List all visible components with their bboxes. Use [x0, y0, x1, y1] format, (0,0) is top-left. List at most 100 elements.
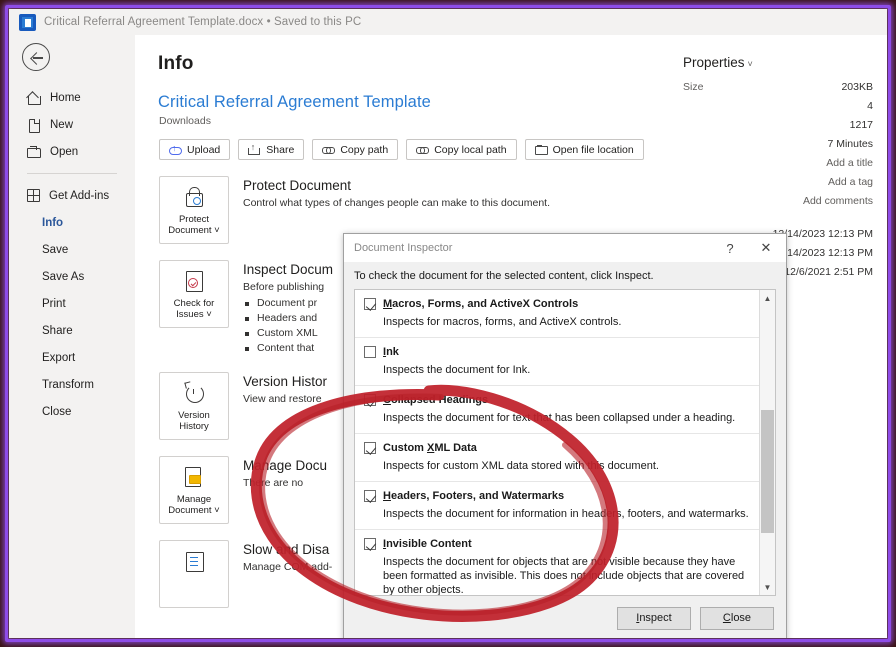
sidebar-item-label: Save: [42, 243, 69, 256]
sidebar-item-info[interactable]: Info: [9, 210, 135, 235]
section-heading: Version Histor: [243, 374, 328, 389]
list-item[interactable]: Headers, Footers, and Watermarks Inspect…: [355, 482, 759, 530]
sidebar-item-label: New: [50, 118, 74, 131]
sidebar-item-label: Home: [50, 91, 81, 104]
properties-label: Properties: [683, 55, 745, 70]
list-item[interactable]: Ink Inspects the document for Ink.: [355, 338, 759, 386]
label-rest: nk: [386, 346, 399, 358]
help-icon[interactable]: ?: [712, 235, 748, 261]
item-description: Inspects for macros, forms, and ActiveX …: [383, 316, 622, 328]
upload-cloud-icon: [169, 143, 182, 155]
list-item: Content that: [243, 341, 333, 356]
list-item[interactable]: Collapsed Headings Inspects the document…: [355, 386, 759, 434]
list-item: Headers and: [243, 311, 333, 326]
item-label: Custom XML Data: [383, 441, 477, 455]
list-item: Custom XML: [243, 326, 333, 341]
list-item[interactable]: Custom XML Data Inspects for custom XML …: [355, 434, 759, 482]
scroll-down-icon[interactable]: ▼: [760, 579, 775, 595]
dialog-title: Document Inspector: [354, 242, 453, 254]
slow-addins-icon: [181, 550, 207, 574]
accel-letter: H: [383, 490, 391, 502]
label-rest: ollapsed Headings: [390, 394, 489, 406]
dialog-title-bar: Document Inspector ? ✕: [344, 234, 786, 262]
sidebar-item-print[interactable]: Print: [9, 291, 135, 316]
sidebar-item-get-add-ins[interactable]: Get Add-ins: [9, 183, 135, 208]
link-icon: [322, 144, 336, 155]
item-label: Ink: [383, 345, 399, 359]
list-item[interactable]: Invisible Content Inspects the document …: [355, 530, 759, 595]
copy-path-button[interactable]: Copy path: [312, 139, 399, 160]
open-file-location-button[interactable]: Open file location: [524, 139, 644, 160]
open-folder-icon: [27, 145, 41, 159]
share-icon: [248, 142, 261, 155]
label-rest: eaders, Footers, and Watermarks: [390, 490, 565, 502]
sidebar-item-label: Save As: [42, 270, 85, 283]
word-logo-icon: [19, 13, 36, 31]
sidebar-item-label: Print: [42, 297, 66, 310]
sidebar-item-new[interactable]: New: [9, 112, 135, 137]
version-history-button[interactable]: Version History: [159, 372, 229, 440]
upload-button[interactable]: Upload: [159, 139, 231, 160]
section-heading: Inspect Docum: [243, 262, 334, 277]
property-row-editing-time: 7 Minutes: [683, 135, 873, 154]
manage-document-button[interactable]: Manage Document ˅: [159, 456, 229, 524]
protect-document-button[interactable]: Protect Document ˅: [159, 176, 229, 244]
slow-addins-button[interactable]: [159, 540, 229, 608]
checkbox-invisible-content[interactable]: [364, 538, 376, 550]
tile-label: Version History: [178, 410, 210, 432]
close-icon[interactable]: ✕: [748, 235, 784, 261]
sidebar-item-transform[interactable]: Transform: [9, 372, 135, 397]
list-item[interactable]: Macros, Forms, and ActiveX Controls Insp…: [355, 290, 759, 338]
dialog-footer: Inspect Close: [344, 596, 786, 638]
property-value: Add comments: [802, 195, 873, 207]
dialog-scrollbar[interactable]: ▲ ▼: [759, 290, 775, 595]
sidebar-item-home[interactable]: Home: [9, 85, 135, 110]
tile-label: Check for Issues ˅: [173, 298, 215, 320]
property-row-tags[interactable]: Add a tag: [683, 173, 873, 192]
check-for-issues-button[interactable]: Check for Issues ˅: [159, 260, 229, 328]
list-item: Document pr: [243, 296, 333, 311]
scroll-up-icon[interactable]: ▲: [760, 290, 775, 306]
checkbox-headers-footers-watermarks[interactable]: [364, 490, 376, 502]
accel-letter: C: [383, 394, 391, 406]
checkbox-ink[interactable]: [364, 346, 376, 358]
accel-letter: C: [722, 612, 731, 624]
sidebar-item-close[interactable]: Close: [9, 399, 135, 424]
copy-local-path-button[interactable]: Copy local path: [406, 139, 517, 160]
scrollbar-thumb[interactable]: [761, 409, 774, 533]
sidebar-item-export[interactable]: Export: [9, 345, 135, 370]
section-heading: Manage Docu: [243, 458, 328, 473]
checkbox-collapsed-headings[interactable]: [364, 394, 376, 406]
inspect-bullet-list: Document pr Headers and Custom XML Conte…: [243, 296, 333, 356]
sidebar-item-save[interactable]: Save: [9, 237, 135, 262]
folder-icon: [534, 144, 548, 155]
property-row-title[interactable]: Add a title: [683, 154, 873, 173]
sidebar-item-save-as[interactable]: Save As: [9, 264, 135, 289]
back-arrow-icon[interactable]: [22, 43, 50, 71]
clock-history-icon: [181, 381, 207, 406]
action-label: Copy path: [340, 143, 389, 156]
property-value: 1217: [849, 119, 873, 131]
sidebar-item-share[interactable]: Share: [9, 318, 135, 343]
property-row-comments[interactable]: Add comments: [683, 192, 873, 211]
item-description: Inspects the document for Ink.: [383, 364, 531, 376]
action-label: Upload: [187, 143, 221, 156]
checkbox-macros[interactable]: [364, 298, 376, 310]
inspector-list: Macros, Forms, and ActiveX Controls Insp…: [354, 289, 776, 596]
close-button[interactable]: Close: [700, 606, 774, 630]
property-value: 12/14/2023 12:13 PM: [772, 228, 873, 240]
inspect-button[interactable]: Inspect: [617, 606, 691, 630]
sidebar-item-label: Info: [42, 216, 64, 229]
label-rest: nvisible Content: [386, 538, 472, 550]
label-rest: nspect: [639, 612, 672, 624]
property-value: 4: [867, 100, 873, 112]
checkbox-custom-xml-data[interactable]: [364, 442, 376, 454]
property-value: 203KB: [841, 81, 873, 93]
label-rest: acros, Forms, and ActiveX Controls: [392, 298, 579, 310]
property-row-pages: 4: [683, 97, 873, 116]
scrollbar-track[interactable]: [760, 306, 775, 579]
properties-title[interactable]: Properties ˅: [683, 55, 873, 70]
share-button[interactable]: Share: [238, 139, 305, 160]
sidebar-item-open[interactable]: Open: [9, 139, 135, 164]
property-row-size: Size 203KB: [683, 78, 873, 97]
